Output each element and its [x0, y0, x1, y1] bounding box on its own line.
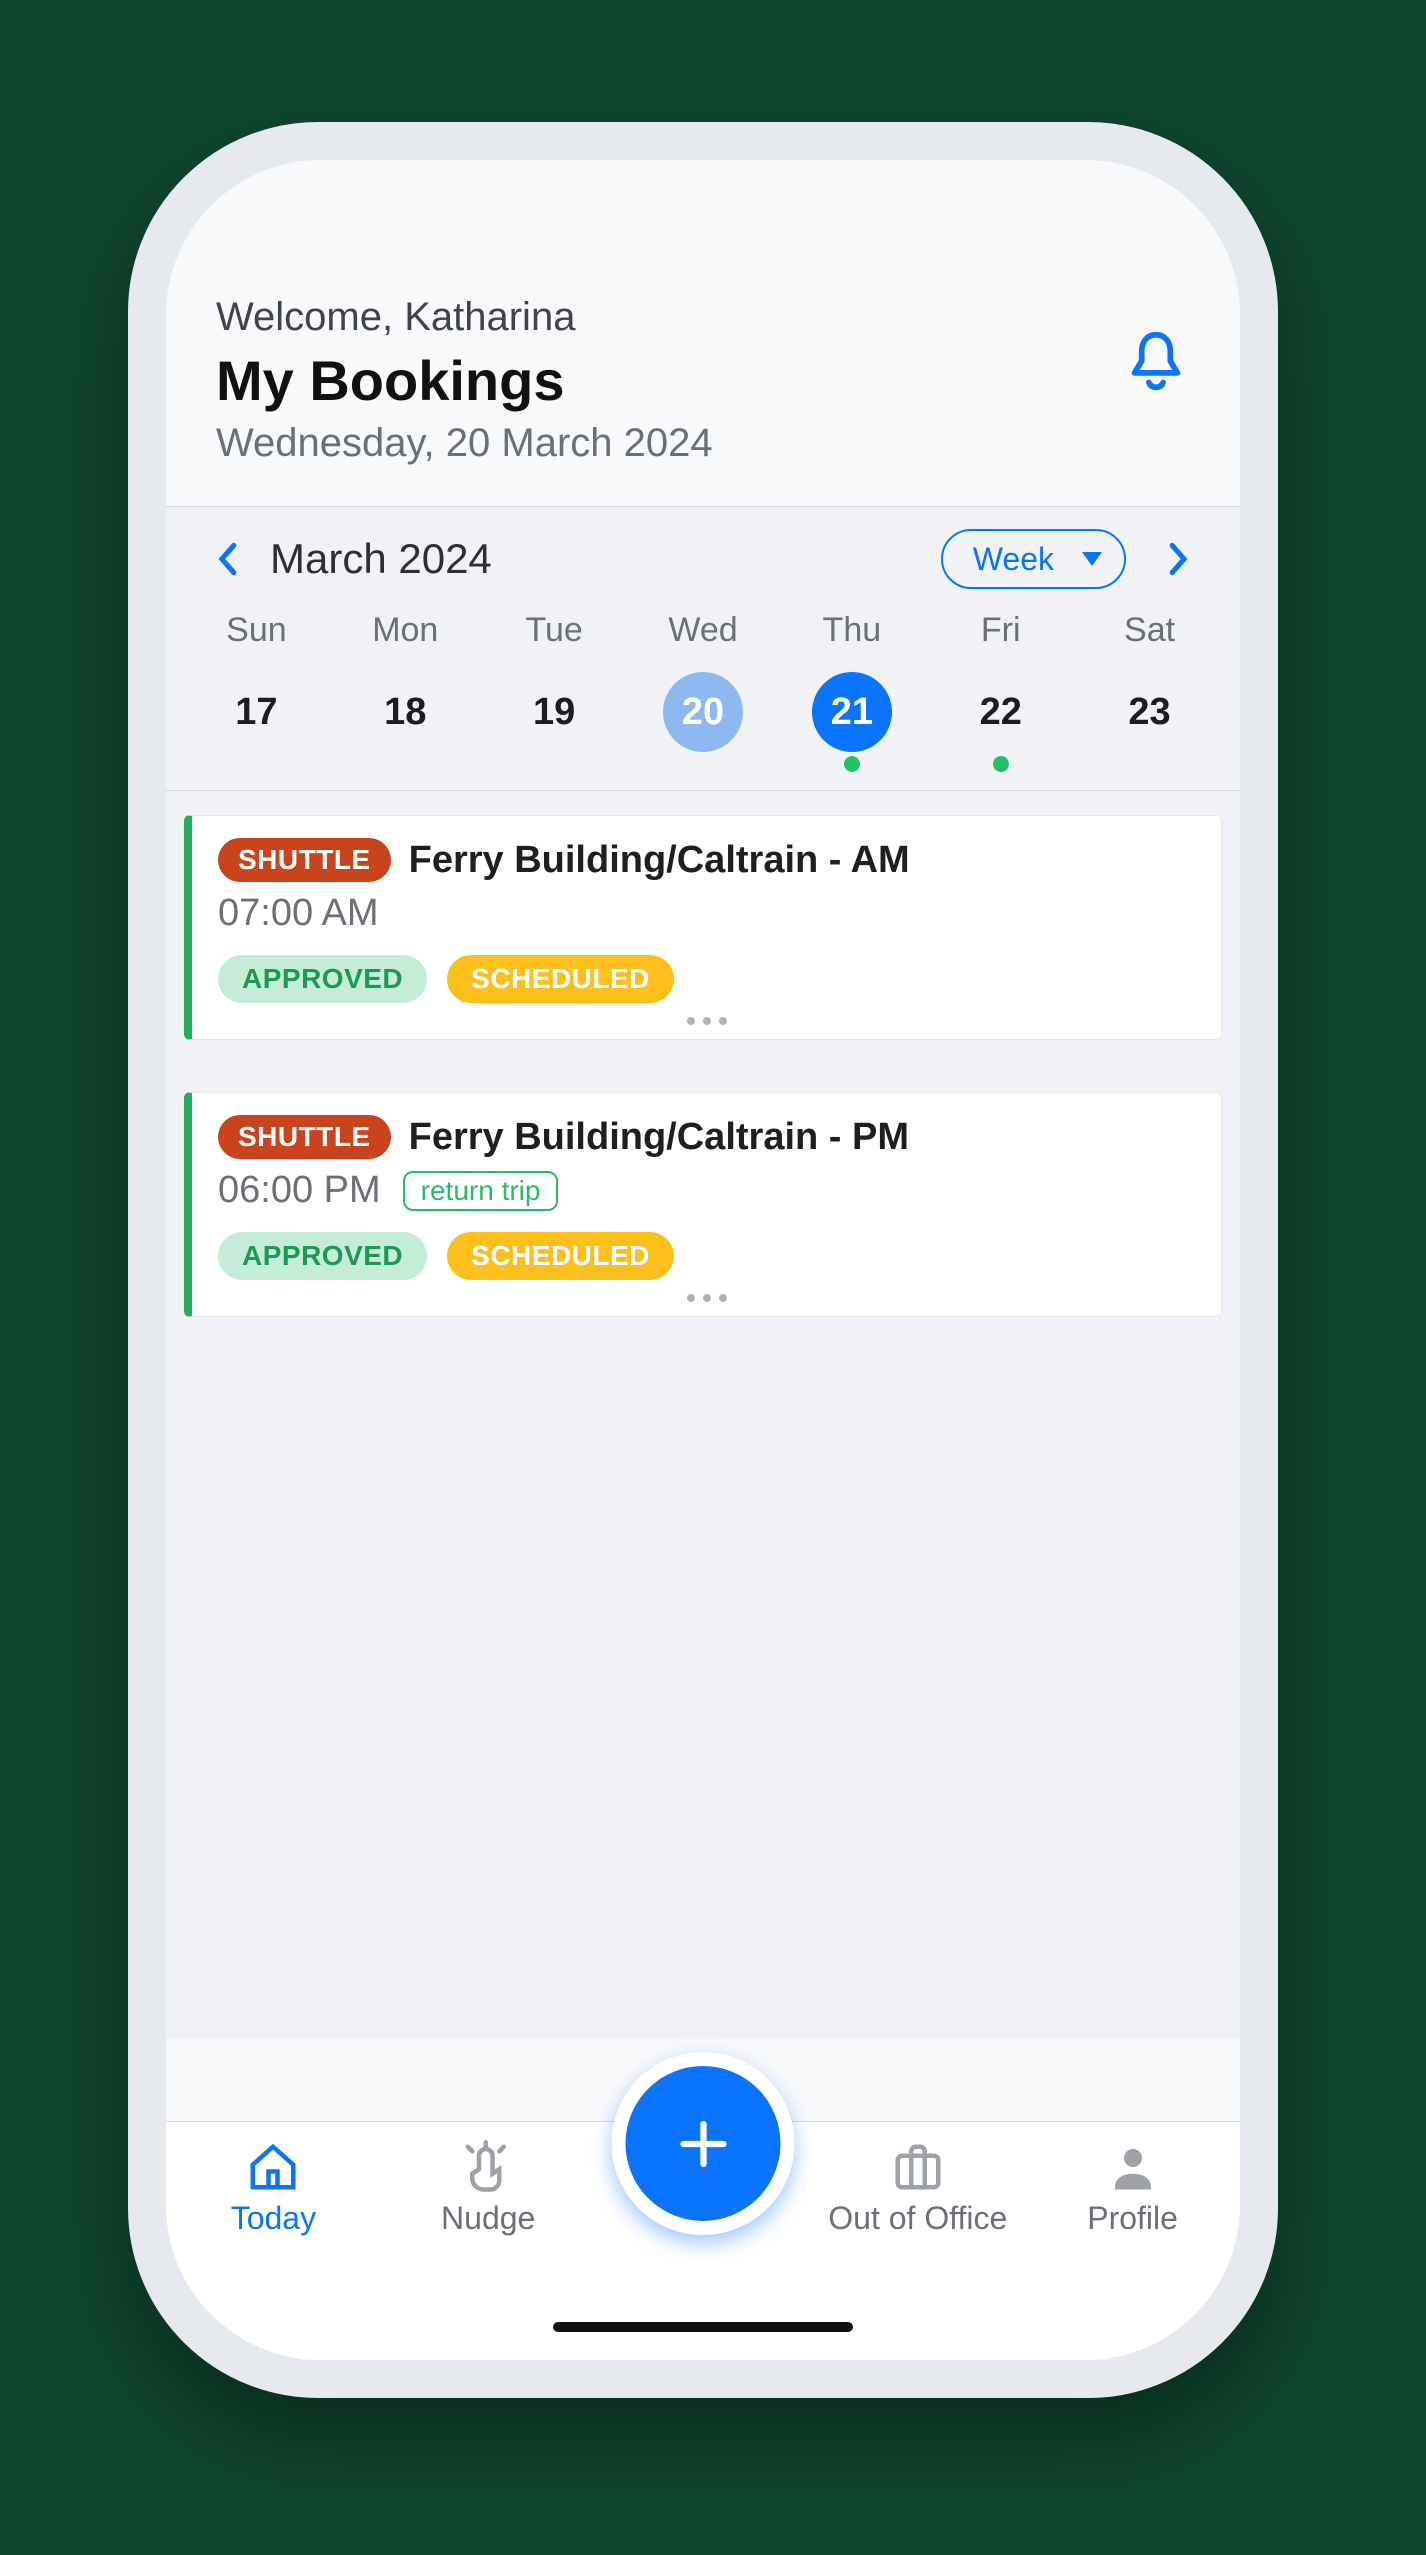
page-title: My Bookings — [216, 348, 1190, 413]
view-mode-label: Week — [973, 541, 1054, 578]
bookings-list: SHUTTLE Ferry Building/Caltrain - AM 07:00… — [166, 791, 1240, 2039]
day-name: Mon — [372, 611, 438, 650]
next-week-button[interactable] — [1154, 534, 1204, 584]
day-name: Sat — [1124, 611, 1175, 650]
add-booking-button[interactable] — [612, 2052, 795, 2235]
prev-month-button[interactable] — [202, 534, 252, 584]
day-22[interactable]: 22 — [961, 672, 1041, 752]
booking-type-badge: SHUTTLE — [218, 1115, 391, 1159]
day-col-tue: Tue 19 — [480, 611, 629, 774]
home-icon — [246, 2140, 300, 2194]
booking-time: 06:00 PM — [218, 1169, 381, 1212]
bottom-nav: Today Nudge x Out of Office Profile — [166, 2121, 1240, 2360]
booking-type-badge: SHUTTLE — [218, 838, 391, 882]
nav-nudge-label: Nudge — [441, 2200, 535, 2237]
notifications-button[interactable] — [1127, 330, 1185, 392]
day-name: Sun — [226, 611, 287, 650]
home-indicator — [553, 2322, 853, 2332]
event-dot — [993, 756, 1009, 772]
nav-today-label: Today — [231, 2200, 316, 2237]
day-col-sun: Sun 17 — [182, 611, 331, 774]
day-col-fri: Fri 22 — [926, 611, 1075, 774]
day-name: Tue — [525, 611, 582, 650]
day-20[interactable]: 20 — [663, 672, 743, 752]
card-menu-button[interactable] — [218, 1280, 1195, 1310]
nav-profile-label: Profile — [1087, 2200, 1178, 2237]
status-approved: APPROVED — [218, 955, 427, 1003]
day-19[interactable]: 19 — [514, 672, 594, 752]
day-name: Wed — [668, 611, 737, 650]
status-approved: APPROVED — [218, 1232, 427, 1280]
booking-time: 07:00 AM — [218, 892, 379, 935]
event-dot — [844, 756, 860, 772]
phone-screen: 09:56 Welcome, Katharina My Bookings Wed… — [166, 160, 1240, 2360]
calendar-strip: March 2024 Week Sun 17 Mon 18 Tue 19 Wed 20 Thu 2… — [166, 507, 1240, 791]
phone-frame: 09:56 Welcome, Katharina My Bookings Wed… — [128, 122, 1278, 2398]
header-date: Wednesday, 20 March 2024 — [216, 421, 1190, 466]
day-18[interactable]: 18 — [365, 672, 445, 752]
calendar-top-row: March 2024 Week — [166, 529, 1240, 589]
booking-card[interactable]: SHUTTLE Ferry Building/Caltrain - PM 06:00… — [184, 1092, 1222, 1317]
nav-out-of-office[interactable]: Out of Office — [810, 2140, 1025, 2237]
card-menu-button[interactable] — [218, 1003, 1195, 1033]
header: Welcome, Katharina My Bookings Wednesday… — [166, 160, 1240, 507]
nav-today[interactable]: Today — [166, 2140, 381, 2237]
day-name: Fri — [981, 611, 1021, 650]
view-mode-select[interactable]: Week — [941, 529, 1126, 589]
chevron-down-icon — [1082, 552, 1102, 566]
day-name: Thu — [823, 611, 882, 650]
booking-route: Ferry Building/Caltrain - PM — [409, 1116, 909, 1159]
day-21[interactable]: 21 — [812, 672, 892, 752]
suitcase-icon — [891, 2140, 945, 2194]
nudge-icon — [461, 2140, 515, 2194]
days-row: Sun 17 Mon 18 Tue 19 Wed 20 Thu 21 Fri 22 Sat 23 — [166, 611, 1240, 774]
profile-icon — [1106, 2140, 1160, 2194]
booking-card[interactable]: SHUTTLE Ferry Building/Caltrain - AM 07:00… — [184, 815, 1222, 1040]
return-trip-badge: return trip — [403, 1171, 559, 1211]
day-col-sat: Sat 23 — [1075, 611, 1224, 774]
nav-ooo-label: Out of Office — [828, 2200, 1007, 2237]
status-scheduled: SCHEDULED — [447, 955, 674, 1003]
booking-route: Ferry Building/Caltrain - AM — [409, 839, 910, 882]
day-col-mon: Mon 18 — [331, 611, 480, 774]
status-scheduled: SCHEDULED — [447, 1232, 674, 1280]
day-col-wed: Wed 20 — [629, 611, 778, 774]
day-col-thu: Thu 21 — [777, 611, 926, 774]
day-17[interactable]: 17 — [216, 672, 296, 752]
nav-profile[interactable]: Profile — [1025, 2140, 1240, 2237]
day-23[interactable]: 23 — [1110, 672, 1190, 752]
nav-nudge[interactable]: Nudge — [381, 2140, 596, 2237]
welcome-text: Welcome, Katharina — [216, 295, 1190, 340]
month-label: March 2024 — [270, 535, 492, 583]
